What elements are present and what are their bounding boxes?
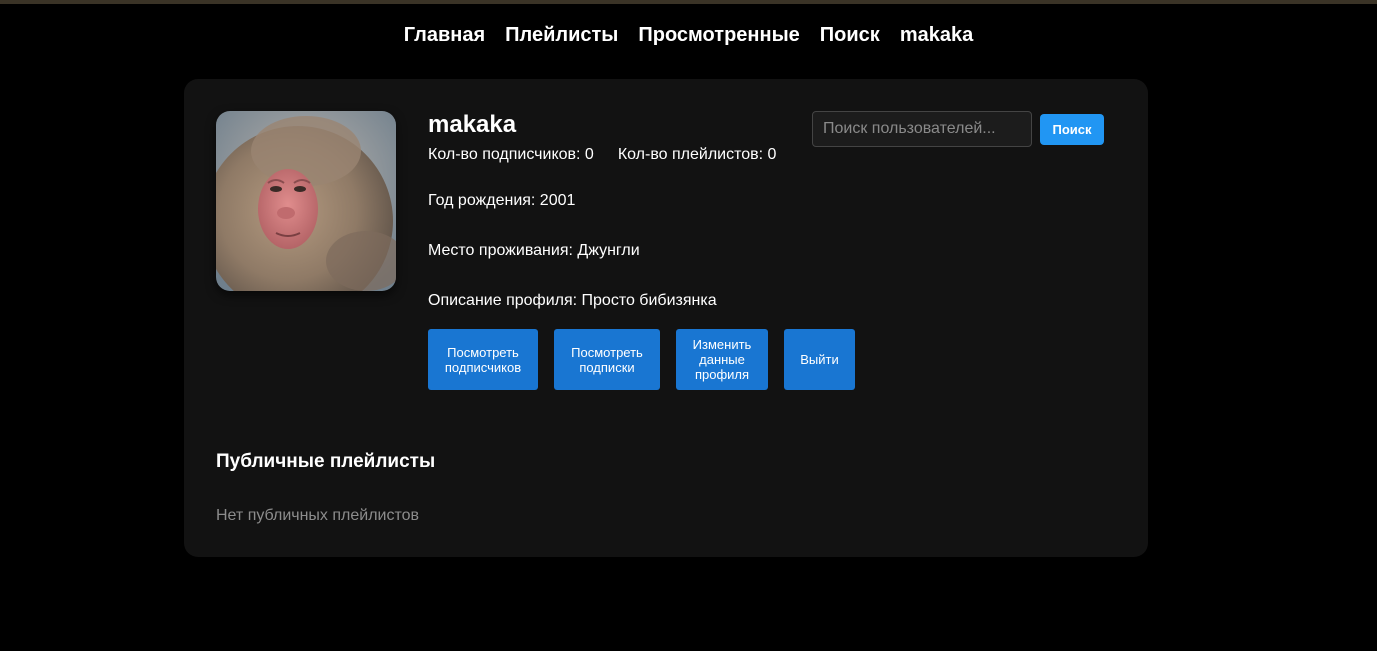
main-navigation: Главная Плейлисты Просмотренные Поиск ma… [0, 22, 1377, 48]
top-border-line [0, 0, 1377, 4]
nav-home[interactable]: Главная [404, 22, 485, 48]
avatar [216, 111, 396, 291]
public-playlists-empty: Нет публичных плейлистов [216, 507, 420, 524]
profile-info: makaka Кол-во подписчиков: 0 Кол-во плей… [428, 111, 848, 309]
monkey-avatar-photo [216, 111, 396, 291]
user-search: Поиск [812, 111, 1104, 147]
nav-playlists[interactable]: Плейлисты [505, 22, 618, 48]
birth-year: Год рождения: 2001 [428, 192, 576, 209]
playlists-count: Кол-во плейлистов: 0 [617, 146, 777, 163]
profile-actions: Посмотреть подписчиков Посмотреть подпис… [428, 329, 855, 390]
profile-card: makaka Кол-во подписчиков: 0 Кол-во плей… [184, 79, 1148, 557]
view-following-button[interactable]: Посмотреть подписки [554, 329, 660, 390]
nav-search[interactable]: Поиск [820, 22, 880, 48]
nav-watched[interactable]: Просмотренные [638, 22, 799, 48]
nav-profile[interactable]: makaka [900, 22, 973, 48]
followers-count: Кол-во подписчиков: 0 [428, 146, 594, 163]
public-playlists-title: Публичные плейлисты [216, 451, 436, 472]
profile-username: makaka [428, 111, 517, 138]
edit-profile-button[interactable]: Изменить данные профиля [676, 329, 768, 390]
view-followers-button[interactable]: Посмотреть подписчиков [428, 329, 538, 390]
user-search-button[interactable]: Поиск [1040, 113, 1104, 145]
profile-stats: Кол-во подписчиков: 0 Кол-во плейлистов:… [428, 145, 848, 165]
user-search-input[interactable] [812, 111, 1032, 147]
logout-button[interactable]: Выйти [784, 329, 855, 390]
profile-description: Описание профиля: Просто бибизянка [428, 292, 717, 309]
place-of-residence: Место проживания: Джунгли [428, 242, 640, 259]
